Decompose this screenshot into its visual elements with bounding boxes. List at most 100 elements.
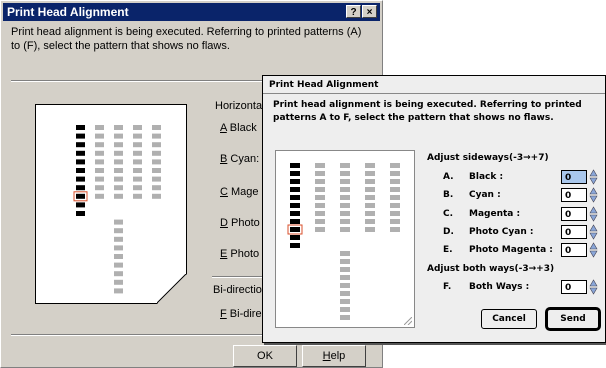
pattern-bar-grey <box>114 288 123 294</box>
pattern-bar-black <box>290 235 300 240</box>
black-spinner-icon[interactable] <box>589 169 598 185</box>
pattern-bar-grey <box>390 195 400 200</box>
pattern-bar-grey <box>340 275 350 280</box>
photo-magenta-adjust-field[interactable]: 0 <box>561 243 587 257</box>
pattern-bar-grey <box>340 211 350 216</box>
both-ways-adjust-field[interactable]: 0 <box>561 280 587 294</box>
item-f-label[interactable]: F Bi-dire <box>220 308 262 320</box>
pattern-bar-black <box>290 227 300 232</box>
pattern-bar-grey <box>152 159 161 165</box>
pattern-bar-grey <box>95 125 104 130</box>
pattern-bar-grey <box>340 251 350 256</box>
both-ways-spinner-icon[interactable] <box>589 279 598 295</box>
pattern-bar-black <box>76 176 85 182</box>
pattern-bar-grey <box>340 195 350 200</box>
row-c-label: Magenta : <box>469 209 521 219</box>
pattern-bar-grey <box>340 187 350 192</box>
cyan-spinner-icon[interactable] <box>589 187 598 203</box>
pattern-bar-black <box>76 202 85 208</box>
item-a-label[interactable]: A Black <box>220 122 257 134</box>
pattern-bar-grey <box>152 133 161 139</box>
pattern-bar-grey <box>315 203 325 208</box>
pattern-bar-grey <box>315 171 325 176</box>
item-b-label[interactable]: B Cyan: <box>220 153 259 165</box>
pattern-bar-grey <box>340 227 350 232</box>
magenta-adjust-field[interactable]: 0 <box>561 207 587 221</box>
pattern-bar-grey <box>114 176 123 182</box>
pattern-bar-grey <box>95 150 104 156</box>
pattern-bar-grey <box>390 227 400 232</box>
item-e-label[interactable]: E Photo <box>220 248 259 260</box>
pattern-bar-black <box>76 159 85 165</box>
pattern-bar-grey <box>340 219 350 224</box>
pattern-bar-grey <box>315 187 325 192</box>
pattern-bar-black <box>290 187 300 192</box>
mac-dialog-title: Print Head Alignment <box>269 80 379 90</box>
pattern-bar-grey <box>114 271 123 277</box>
row-e-letter: E. <box>443 245 453 255</box>
pattern-bar-grey <box>114 168 123 173</box>
pattern-bar-grey <box>114 193 123 199</box>
pattern-bar-black <box>290 243 300 248</box>
pattern-bar-grey <box>340 259 350 264</box>
item-d-text: Photo <box>227 217 260 229</box>
title-bar: Print Head Alignment ? × <box>3 3 380 21</box>
pattern-bar-grey <box>133 150 142 156</box>
pattern-bar-grey <box>340 283 350 288</box>
pattern-bar-black <box>76 168 85 173</box>
pattern-bar-grey <box>114 228 123 234</box>
pattern-bar-grey <box>315 211 325 216</box>
pattern-bar-grey <box>390 187 400 192</box>
cyan-adjust-field[interactable]: 0 <box>561 188 587 202</box>
ok-button[interactable]: OK <box>233 345 297 367</box>
pattern-bar-grey <box>95 142 104 148</box>
pattern-bar-grey <box>390 211 400 216</box>
pattern-bar-grey <box>133 193 142 199</box>
help-title-button[interactable]: ? <box>346 5 361 18</box>
pattern-bar-grey <box>340 299 350 304</box>
pattern-bar-grey <box>133 176 142 182</box>
cancel-button[interactable]: Cancel <box>481 309 537 329</box>
pattern-bar-grey <box>365 219 375 224</box>
item-d-label[interactable]: D Photo <box>220 217 260 229</box>
pattern-bar-grey <box>114 279 123 285</box>
pattern-bar-grey <box>152 142 161 148</box>
photo-magenta-spinner-icon[interactable] <box>589 242 598 258</box>
photo-cyan-spinner-icon[interactable] <box>589 224 598 240</box>
pattern-bar-grey <box>365 171 375 176</box>
pattern-bar-grey <box>315 179 325 184</box>
row-c-letter: C. <box>443 209 454 219</box>
resize-grip-icon[interactable] <box>404 317 412 325</box>
pattern-bar-grey <box>114 185 123 191</box>
magenta-spinner-icon[interactable] <box>589 206 598 222</box>
pattern-bar-grey <box>152 125 161 130</box>
pattern-bar-grey <box>114 262 123 268</box>
dialog-description: Print head alignment is being executed. … <box>11 26 362 52</box>
row-b-letter: B. <box>443 190 454 200</box>
row-e-label: Photo Magenta : <box>469 245 553 255</box>
pattern-bar-grey <box>340 203 350 208</box>
pattern-bar-grey <box>133 159 142 165</box>
pattern-bar-black <box>76 133 85 139</box>
black-adjust-field[interactable]: 0 <box>561 170 587 184</box>
bidirection-section-label: Bi-direction <box>213 284 269 296</box>
pattern-bar-grey <box>114 254 123 259</box>
send-button[interactable]: Send <box>547 309 599 329</box>
item-c-label[interactable]: C Mage <box>220 186 259 198</box>
pattern-bar-grey <box>315 219 325 224</box>
row-a-label: Black : <box>469 172 504 182</box>
pattern-bar-grey <box>133 125 142 130</box>
row-a-letter: A. <box>443 172 454 182</box>
pattern-bar-grey <box>390 203 400 208</box>
help-button[interactable]: Help <box>302 345 366 367</box>
item-b-text: Cyan: <box>227 153 260 165</box>
item-a-text: Black <box>226 122 257 134</box>
mac-pattern-graphic <box>287 163 400 320</box>
photo-cyan-adjust-field[interactable]: 0 <box>561 225 587 239</box>
pattern-bar-grey <box>95 176 104 182</box>
pattern-bar-grey <box>390 163 400 168</box>
pattern-bar-black <box>290 203 300 208</box>
close-title-button[interactable]: × <box>362 5 377 18</box>
pattern-bar-grey <box>152 176 161 182</box>
pattern-bar-black <box>290 195 300 200</box>
